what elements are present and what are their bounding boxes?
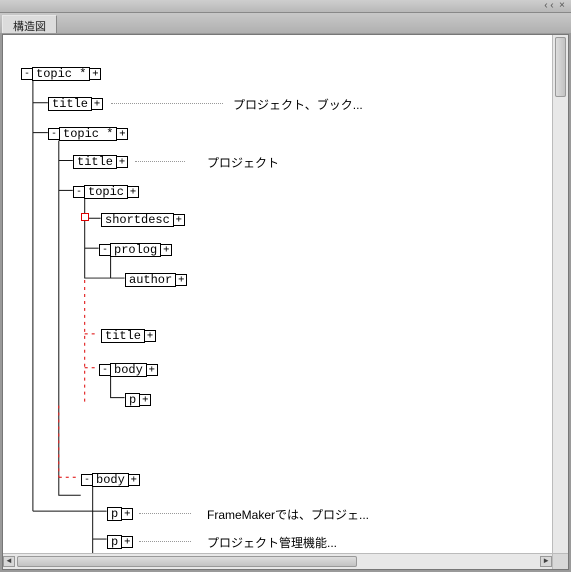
element-tag[interactable]: p [125, 393, 140, 407]
close-icon[interactable]: × [559, 1, 565, 12]
tree-node-topic[interactable]: - topic + [73, 184, 139, 200]
tab-structure-view[interactable]: 構造図 [2, 15, 57, 33]
scroll-right-icon[interactable]: ► [540, 556, 552, 567]
horizontal-scrollbar[interactable]: ◄ ► [3, 553, 552, 569]
validation-marker[interactable] [81, 213, 89, 221]
dot-leader [111, 103, 223, 104]
element-tag[interactable]: prolog [110, 243, 161, 257]
element-tag[interactable]: title [101, 329, 145, 343]
dot-leader [139, 513, 191, 514]
tree-node-p[interactable]: p + [107, 506, 133, 522]
insert-after-button[interactable]: + [175, 274, 187, 286]
scroll-thumb[interactable] [555, 37, 566, 97]
structure-tree: - topic * + title + プロジェクト、ブック... - topi… [3, 35, 552, 553]
content-preview: FrameMakerでは、プロジェ... [207, 506, 369, 523]
element-tag[interactable]: body [92, 473, 129, 487]
element-tag[interactable]: topic [84, 185, 128, 199]
content-preview: プロジェクト [207, 154, 279, 171]
element-tag[interactable]: title [73, 155, 117, 169]
element-tag[interactable]: p [107, 535, 122, 549]
tree-node-title[interactable]: title + [48, 96, 103, 112]
tree-node-author[interactable]: author + [125, 272, 187, 288]
tree-node-title[interactable]: title + [73, 154, 128, 170]
tree-node-prolog[interactable]: - prolog + [99, 242, 172, 258]
insert-after-button[interactable]: + [139, 394, 151, 406]
insert-after-button[interactable]: + [116, 128, 128, 140]
element-tag[interactable]: shortdesc [101, 213, 174, 227]
tab-strip: 構造図 [0, 13, 571, 33]
dot-leader [135, 161, 185, 162]
scroll-left-icon[interactable]: ◄ [3, 556, 15, 567]
content-preview: プロジェクト、ブック... [233, 96, 363, 113]
tree-node-shortdesc[interactable]: shortdesc + [101, 212, 185, 228]
insert-after-button[interactable]: + [89, 68, 101, 80]
dot-leader [139, 541, 191, 542]
tree-viewport: - topic * + title + プロジェクト、ブック... - topi… [3, 35, 552, 553]
insert-after-button[interactable]: + [146, 364, 158, 376]
tree-node-topic[interactable]: - topic * + [21, 66, 101, 82]
tree-node-body[interactable]: - body + [99, 362, 158, 378]
insert-after-button[interactable]: + [160, 244, 172, 256]
element-tag[interactable]: topic * [32, 67, 90, 81]
insert-after-button[interactable]: + [127, 186, 139, 198]
content-preview: プロジェクト管理機能... [207, 534, 337, 551]
scroll-corner [552, 553, 568, 569]
tree-node-p[interactable]: p + [107, 534, 133, 550]
element-tag[interactable]: body [110, 363, 147, 377]
element-tag[interactable]: topic * [59, 127, 117, 141]
panel-top-bar: ‹‹ × [0, 0, 571, 13]
insert-after-button[interactable]: + [91, 98, 103, 110]
structure-panel: - topic * + title + プロジェクト、ブック... - topi… [2, 34, 569, 570]
insert-after-button[interactable]: + [116, 156, 128, 168]
insert-after-button[interactable]: + [121, 536, 133, 548]
tree-node-p[interactable]: p + [125, 392, 151, 408]
element-tag[interactable]: title [48, 97, 92, 111]
tree-node-topic[interactable]: - topic * + [48, 126, 128, 142]
tree-node-body[interactable]: - body + [81, 472, 140, 488]
tree-node-title[interactable]: title + [101, 328, 156, 344]
element-tag[interactable]: p [107, 507, 122, 521]
insert-after-button[interactable]: + [121, 508, 133, 520]
insert-after-button[interactable]: + [144, 330, 156, 342]
insert-after-button[interactable]: + [173, 214, 185, 226]
element-tag[interactable]: author [125, 273, 176, 287]
insert-after-button[interactable]: + [128, 474, 140, 486]
scroll-thumb[interactable] [17, 556, 357, 567]
minimize-icon[interactable]: ‹‹ [543, 1, 555, 12]
vertical-scrollbar[interactable] [552, 35, 568, 553]
